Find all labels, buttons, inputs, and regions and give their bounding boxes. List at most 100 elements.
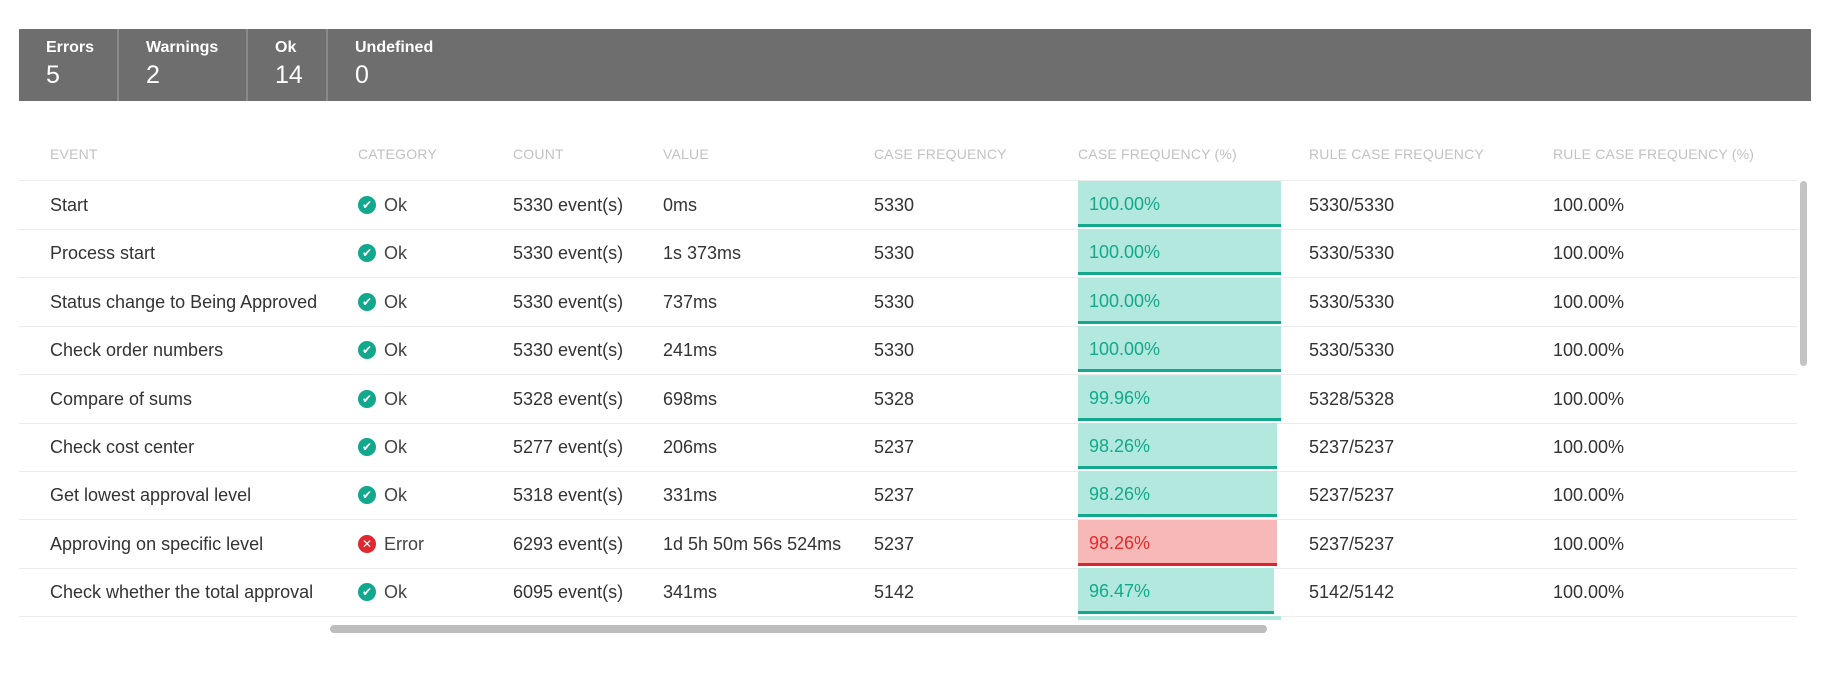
horizontal-scrollbar[interactable] (330, 625, 1267, 633)
rule-case-frequency: 5330/5330 (1309, 291, 1395, 312)
rule-case-frequency: 5328/5328 (1309, 388, 1395, 409)
case-frequency-pct-bar: 100.00% (1078, 229, 1281, 276)
table-row[interactable]: Process start ✔ Ok 5330 event(s) 1s 373ms 533… (19, 229, 1797, 279)
summary-undefined-value: 0 (355, 61, 369, 89)
check-circle-icon: ✔ (358, 389, 376, 408)
summary-errors-value: 5 (46, 61, 60, 89)
category-cell: ✔ Ok (358, 326, 407, 374)
event-value: 0ms (663, 195, 698, 215)
case-frequency-bar-partial (1078, 616, 1281, 620)
event-count: 5328 event(s) (513, 388, 624, 409)
category-cell: ✔ Ok (358, 181, 407, 229)
category-label: Ok (384, 195, 408, 215)
event-name: Check whether the total approval (50, 582, 314, 603)
col-header-case-frequency-pct[interactable]: CASE FREQUENCY (%) (1078, 146, 1237, 162)
col-header-category[interactable]: CATEGORY (358, 146, 437, 162)
table-row[interactable]: Compare of sums ✔ Ok 5328 event(s) 698ms 5328… (19, 374, 1797, 424)
summary-warnings-label: Warnings (146, 39, 219, 56)
category-cell: ✕ Error (358, 520, 424, 568)
check-circle-icon: ✔ (358, 196, 376, 214)
rule-case-frequency: 5237/5237 (1309, 485, 1395, 506)
events-table: EVENT CATEGORY COUNT VALUE CASE FREQUENC… (19, 130, 1811, 650)
rule-case-frequency-pct: 100.00% (1553, 485, 1625, 506)
check-circle-icon: ✔ (358, 438, 376, 456)
rule-case-frequency-pct: 100.00% (1553, 437, 1625, 457)
table-row[interactable]: Status change to Being Approved ✔ Ok 5330 e… (19, 277, 1797, 327)
rule-case-frequency: 5330/5330 (1309, 243, 1395, 264)
summary-ok-label: Ok (275, 39, 297, 56)
rule-case-frequency-pct: 100.00% (1553, 582, 1625, 603)
event-count: 5330 event(s) (513, 195, 624, 215)
category-label: Ok (384, 291, 408, 312)
rule-case-frequency: 5237/5237 (1309, 437, 1395, 457)
event-count: 5330 event(s) (513, 340, 624, 361)
table-row[interactable]: Check cost center ✔ Ok 5277 event(s) 206ms 52… (19, 423, 1797, 472)
summary-ok[interactable]: Ok 14 (248, 29, 328, 101)
col-header-rule-case-frequency[interactable]: RULE CASE FREQUENCY (1309, 146, 1484, 162)
event-value: 737ms (663, 291, 718, 312)
case-frequency-pct-bar: 99.96% (1078, 374, 1281, 421)
x-circle-icon: ✕ (358, 534, 376, 553)
col-header-event[interactable]: EVENT (50, 146, 98, 162)
table-row[interactable]: Check whether the total approval ✔ Ok 6095 … (19, 568, 1797, 618)
case-frequency-pct-bar: 100.00% (1078, 181, 1281, 227)
case-frequency: 5330 (874, 291, 915, 312)
rule-case-frequency: 5142/5142 (1309, 582, 1395, 603)
category-label: Ok (384, 388, 408, 409)
case-frequency-pct-bar: 98.26% (1078, 423, 1277, 469)
event-count: 5330 event(s) (513, 243, 624, 264)
check-circle-icon: ✔ (358, 583, 376, 602)
col-header-count[interactable]: COUNT (513, 146, 564, 162)
category-cell: ✔ Ok (358, 423, 407, 471)
rule-case-frequency-pct: 100.00% (1553, 195, 1625, 215)
case-frequency: 5142 (874, 582, 915, 603)
category-cell: ✔ Ok (358, 471, 407, 519)
check-circle-icon: ✔ (358, 486, 376, 505)
event-value: 698ms (663, 388, 718, 409)
summary-warnings[interactable]: Warnings 2 (119, 29, 248, 101)
table-row[interactable]: Check order numbers ✔ Ok 5330 event(s) 241ms… (19, 326, 1797, 376)
summary-errors-label: Errors (46, 39, 95, 56)
case-frequency-pct-bar: 100.00% (1078, 277, 1281, 324)
category-cell: ✔ Ok (358, 229, 407, 277)
rule-case-frequency-pct: 100.00% (1553, 533, 1625, 554)
summary-errors[interactable]: Errors 5 (19, 29, 119, 101)
event-value: 331ms (663, 485, 718, 506)
summary-undefined[interactable]: Undefined 0 (328, 29, 468, 101)
col-header-case-frequency[interactable]: CASE FREQUENCY (874, 146, 1007, 162)
table-row[interactable]: Get lowest approval level ✔ Ok 5318 event(s… (19, 471, 1797, 521)
event-value: 1s 373ms (663, 243, 742, 264)
case-frequency-pct-bar: 100.00% (1078, 326, 1281, 373)
category-label: Ok (384, 485, 408, 506)
table-row[interactable]: Approving on specific level ✕ Error 6293 ev… (19, 519, 1797, 569)
rule-case-frequency-pct: 100.00% (1553, 340, 1625, 361)
summary-undefined-label: Undefined (355, 39, 434, 56)
case-frequency-pct: 99.96% (1089, 387, 1151, 408)
event-value: 206ms (663, 437, 718, 457)
summary-ok-value: 14 (275, 61, 303, 89)
case-frequency-pct: 98.26% (1089, 532, 1151, 553)
case-frequency: 5330 (874, 195, 915, 215)
case-frequency-pct: 100.00% (1089, 194, 1161, 214)
case-frequency-pct-bar: 96.47% (1078, 568, 1274, 615)
category-label: Error (384, 533, 424, 554)
table-header: EVENT CATEGORY COUNT VALUE CASE FREQUENC… (19, 130, 1797, 181)
category-cell: ✔ Ok (358, 568, 407, 616)
event-count: 5330 event(s) (513, 291, 624, 312)
event-name: Start (50, 195, 89, 215)
event-name: Compare of sums (50, 388, 193, 409)
rule-case-frequency-pct: 100.00% (1553, 243, 1625, 264)
case-frequency-pct: 96.47% (1089, 581, 1151, 602)
col-header-value[interactable]: VALUE (663, 146, 709, 162)
col-header-rule-case-frequency-pct[interactable]: RULE CASE FREQUENCY (%) (1553, 146, 1754, 162)
table-row[interactable]: Start ✔ Ok 5330 event(s) 0ms 5330 100.00% 5330/… (19, 181, 1797, 230)
check-circle-icon: ✔ (358, 244, 376, 263)
case-frequency-pct-bar: 98.26% (1078, 519, 1277, 566)
summary-warnings-value: 2 (146, 61, 160, 89)
rule-case-frequency-pct: 100.00% (1553, 388, 1625, 409)
category-cell: ✔ Ok (358, 375, 407, 423)
event-name: Check order numbers (50, 340, 224, 361)
category-label: Ok (384, 582, 408, 603)
vertical-scrollbar[interactable] (1800, 181, 1807, 366)
case-frequency-pct: 100.00% (1089, 242, 1161, 263)
